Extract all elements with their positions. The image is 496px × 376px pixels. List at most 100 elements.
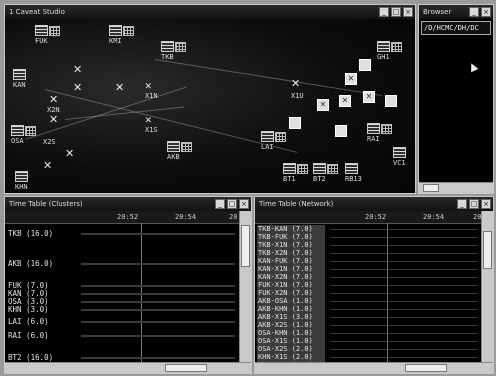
network-timetable-window: Time Table (Network) _ □ × 20:52 20:54 2…	[254, 196, 494, 374]
mark-x1s[interactable]: ✕ X1S	[145, 114, 158, 134]
minimize-button[interactable]: _	[215, 199, 225, 209]
network-timetable-title: Time Table (Network)	[259, 200, 334, 208]
link-row[interactable]: KAN-FUK (7.0)	[258, 257, 313, 265]
minimize-button[interactable]: _	[469, 7, 479, 17]
timeline-track	[331, 269, 477, 270]
link-row[interactable]: TKB-KAN (7.0)	[258, 225, 313, 233]
node-lai[interactable]: LAI	[261, 131, 286, 151]
link-row[interactable]: AKB-X1S (3.0)	[258, 313, 313, 321]
node-rai[interactable]: RAI	[367, 123, 392, 143]
cluster-vscroll[interactable]	[239, 211, 251, 363]
cluster-row[interactable]: KHN (3.0)	[8, 305, 49, 314]
mark-x1n[interactable]: ✕ X1N	[145, 80, 158, 100]
timeline-track	[331, 341, 477, 342]
timeline-track	[331, 261, 477, 262]
link-row[interactable]: KHN-X1S (2.0)	[258, 353, 313, 361]
node-bt1[interactable]: BT1	[283, 163, 308, 183]
map-window-title: 1 Caveat Studio	[9, 8, 65, 16]
cluster-timetable[interactable]: 20:52 20:54 20 TKB (16.0) AKB (16.0) FUK (…	[5, 211, 251, 373]
cross-marker[interactable]: ✕	[73, 82, 82, 93]
mark-x2n[interactable]: X2N	[47, 105, 60, 114]
node-akb[interactable]: AKB	[167, 141, 192, 161]
server-icon	[161, 41, 174, 52]
network-vscroll[interactable]	[481, 211, 493, 363]
maximize-button[interactable]: □	[391, 7, 401, 17]
server-box-icon[interactable]	[385, 95, 397, 107]
cluster-row[interactable]: LAI (6.0)	[8, 317, 49, 326]
cluster-row[interactable]: BT2 (16.0)	[8, 353, 53, 362]
link-row[interactable]: OSA-X2S (2.0)	[258, 345, 313, 353]
server-icon	[167, 141, 180, 152]
cross-marker[interactable]: ✕	[49, 94, 58, 105]
link-row[interactable]: TKB-X1N (7.0)	[258, 241, 313, 249]
cluster-row[interactable]: AKB (16.0)	[8, 259, 53, 268]
timeline-track	[331, 333, 477, 334]
server-box-icon[interactable]	[359, 59, 371, 71]
cluster-row[interactable]: TKB (16.0)	[8, 229, 53, 238]
node-kan[interactable]: KAN	[13, 69, 26, 89]
maximize-button[interactable]: □	[469, 199, 479, 209]
link-row[interactable]: FUK-X1N (7.0)	[258, 281, 313, 289]
cross-marker[interactable]: ✕	[65, 148, 74, 159]
link-row[interactable]: KAN-X1N (7.0)	[258, 265, 313, 273]
cross-marker[interactable]: ✕	[115, 82, 124, 93]
cross-marker[interactable]: ✕	[49, 114, 58, 125]
link-row[interactable]: AKB-KHN (1.0)	[258, 305, 313, 313]
link-row[interactable]: AKB-X2S (1.0)	[258, 321, 313, 329]
mark-x2s[interactable]: X2S	[43, 137, 56, 146]
map-window-titlebar[interactable]: 1 Caveat Studio _ □ ×	[5, 5, 415, 19]
server-box-icon[interactable]: ✕	[363, 91, 375, 103]
network-hscroll[interactable]	[255, 362, 493, 373]
server-box-icon[interactable]: ✕	[317, 99, 329, 111]
network-timetable-titlebar[interactable]: Time Table (Network) _ □ ×	[255, 197, 493, 211]
close-button[interactable]: ×	[481, 199, 491, 209]
minimize-button[interactable]: _	[379, 7, 389, 17]
node-tkb[interactable]: TKB	[161, 41, 186, 61]
node-osa[interactable]: OSA	[11, 125, 36, 145]
cluster-row[interactable]: RAI (6.0)	[8, 331, 49, 340]
link-row[interactable]: TKB-X2N (7.0)	[258, 249, 313, 257]
node-khn[interactable]: KHN	[15, 171, 28, 191]
address-bar[interactable]: /D/HCMC/DH/DC	[421, 21, 491, 35]
timeline-track	[331, 293, 477, 294]
cross-marker[interactable]: ✕	[291, 78, 300, 89]
network-timetable[interactable]: 20:52 20:54 20 TKB-KAN (7.0) TKB-FUK (7.0…	[255, 211, 493, 373]
timeline-track	[81, 321, 235, 323]
link-row[interactable]: OSA-KHN (1.0)	[258, 329, 313, 337]
link-row[interactable]: KAN-X2N (7.0)	[258, 273, 313, 281]
maximize-button[interactable]: □	[227, 199, 237, 209]
timeline-track	[81, 263, 235, 265]
close-button[interactable]: ×	[239, 199, 249, 209]
cluster-hscroll[interactable]	[5, 362, 251, 373]
server-box-icon[interactable]: ✕	[345, 73, 357, 85]
server-icon	[367, 123, 380, 134]
server-box-icon[interactable]	[289, 117, 301, 129]
node-kmi[interactable]: KMI	[109, 25, 134, 45]
timeline-track	[331, 245, 477, 246]
minimize-button[interactable]: _	[457, 199, 467, 209]
browser-hscroll[interactable]	[419, 182, 493, 193]
link-row[interactable]: OSA-X1S (1.0)	[258, 337, 313, 345]
link-row[interactable]: TKB-FUK (7.0)	[258, 233, 313, 241]
node-fuk[interactable]: FUK	[35, 25, 60, 45]
node-gh1[interactable]: GH1	[377, 41, 402, 61]
cross-marker[interactable]: ✕	[73, 64, 82, 75]
close-button[interactable]: ×	[403, 7, 413, 17]
node-rb13[interactable]: RB13	[345, 163, 362, 183]
close-button[interactable]: ×	[481, 7, 491, 17]
mark-x1u[interactable]: X1U	[291, 91, 304, 100]
node-vc1[interactable]: VC1	[393, 147, 406, 167]
server-icon	[377, 41, 390, 52]
cluster-timetable-titlebar[interactable]: Time Table (Clusters) _ □ ×	[5, 197, 251, 211]
cross-marker[interactable]: ✕	[43, 160, 52, 171]
grid-icon	[175, 41, 186, 52]
map-window: 1 Caveat Studio _ □ × FUK KMI TKB KAN OS…	[4, 4, 416, 194]
browser-titlebar[interactable]: Browser _ ×	[419, 5, 493, 19]
node-bt2[interactable]: BT2	[313, 163, 338, 183]
server-box-icon[interactable]	[335, 125, 347, 137]
link-row[interactable]: FUK-X2N (7.0)	[258, 289, 313, 297]
time-header: 20:52 20:54 20	[255, 211, 481, 224]
network-map[interactable]: FUK KMI TKB KAN OSA KHN AKB LAI BT1 BT2 …	[5, 19, 415, 193]
link-row[interactable]: AKB-OSA (1.0)	[258, 297, 313, 305]
server-box-icon[interactable]: ✕	[339, 95, 351, 107]
